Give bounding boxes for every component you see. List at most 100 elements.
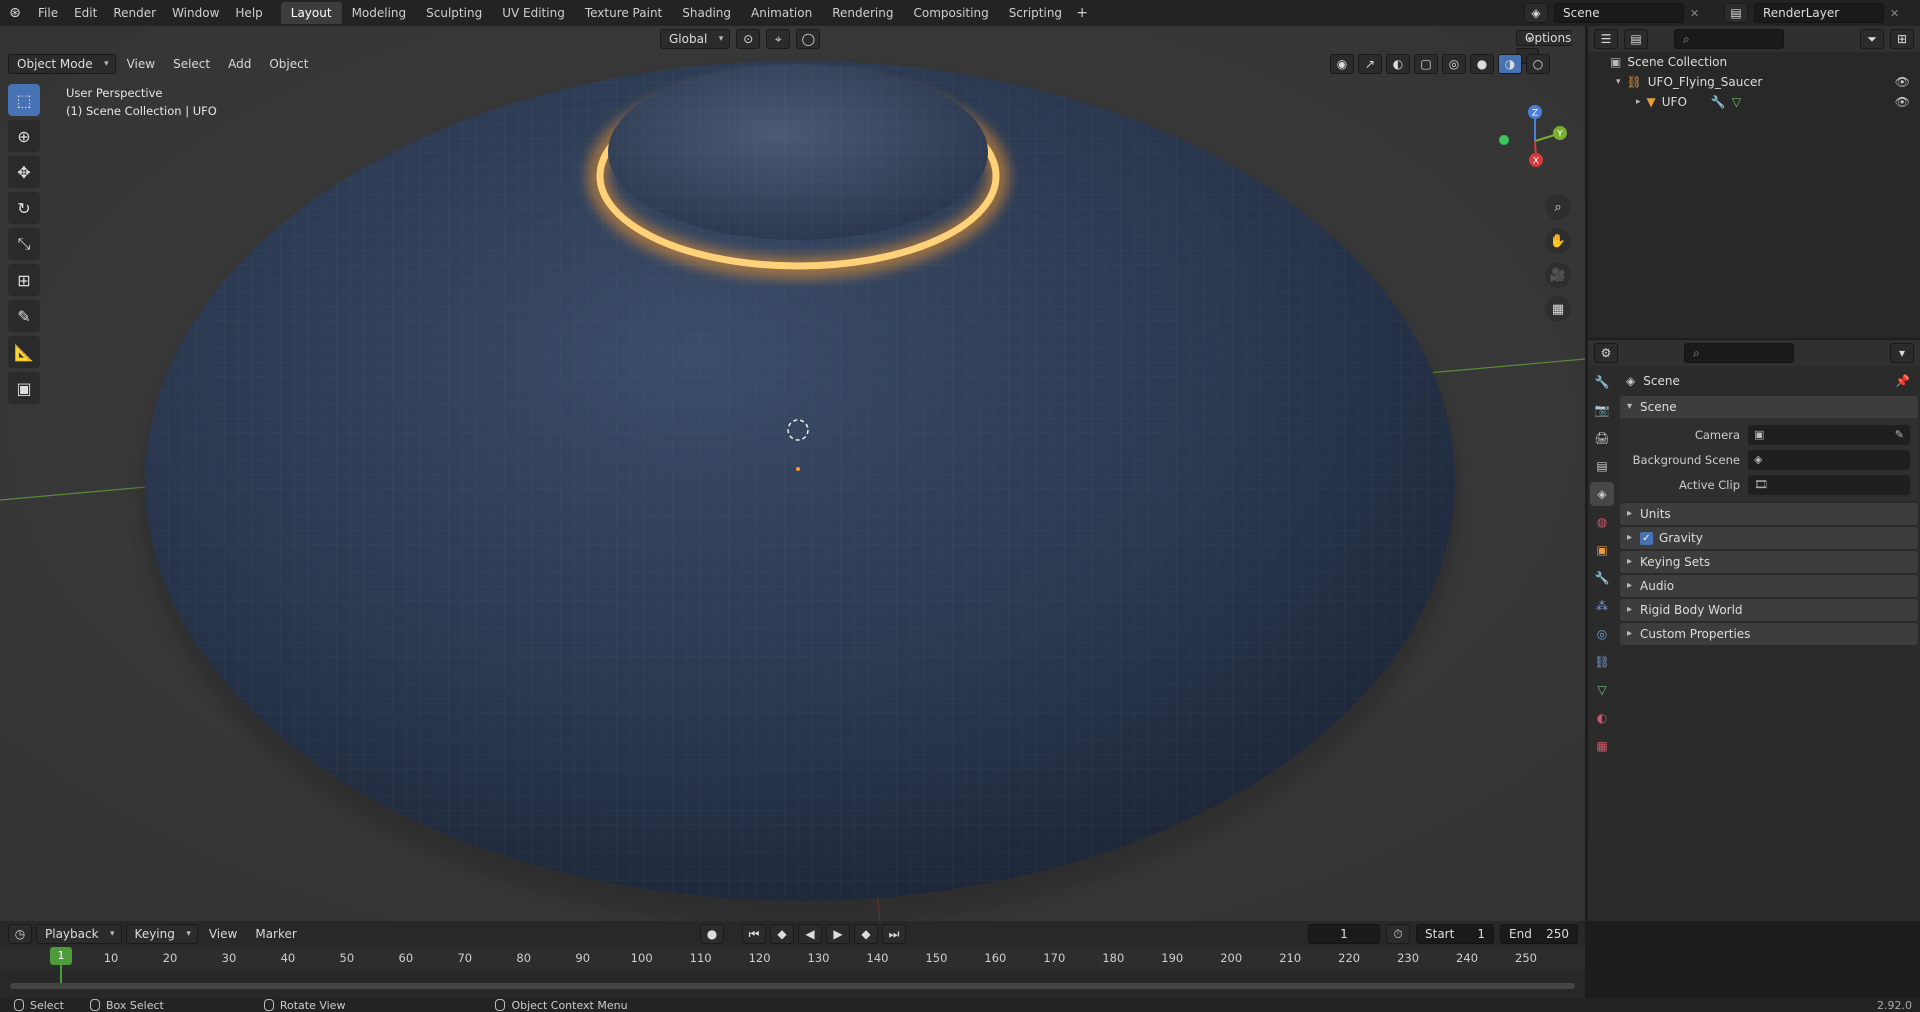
menu-window[interactable]: Window	[164, 2, 227, 24]
view-layer-tab-icon[interactable]: ▤	[1590, 454, 1614, 478]
render-tab-icon[interactable]: 📷	[1590, 398, 1614, 422]
particles-tab-icon[interactable]: ⁂	[1590, 594, 1614, 618]
start-frame-field[interactable]: Start 1	[1416, 924, 1494, 944]
world-tab-icon[interactable]: ◍	[1590, 510, 1614, 534]
wireframe-shading-icon[interactable]: ◎	[1442, 54, 1466, 74]
pivot-icon[interactable]: ⊙	[736, 29, 761, 49]
constraints-tab-icon[interactable]: ⛓	[1590, 650, 1614, 674]
camera-field[interactable]: ▣ ✎	[1748, 424, 1910, 445]
object-mode-dropdown[interactable]: Object Mode ▾	[8, 54, 116, 74]
select-box-tool-icon[interactable]: ⬚	[8, 84, 40, 116]
pan-hand-icon[interactable]: ✋	[1545, 228, 1571, 254]
expand-arrow-icon[interactable]: ▾	[1616, 72, 1621, 92]
menu-file[interactable]: File	[30, 2, 66, 24]
close-icon[interactable]: ✕	[1890, 7, 1899, 20]
menu-render[interactable]: Render	[105, 2, 164, 24]
menu-edit[interactable]: Edit	[66, 2, 105, 24]
viewport-menu-object[interactable]: Object	[262, 54, 315, 74]
display-mode-icon[interactable]: ▤	[1624, 29, 1648, 49]
measure-tool-icon[interactable]: 📐	[8, 336, 40, 368]
scene-name-field[interactable]: Scene	[1554, 3, 1684, 23]
play-icon[interactable]: ▶	[826, 924, 850, 944]
play-reverse-icon[interactable]: ◀	[798, 924, 822, 944]
timeline-editor-type-icon[interactable]: ◷	[8, 924, 32, 944]
camera-view-icon[interactable]: 🎥	[1545, 262, 1571, 288]
tab-shading[interactable]: Shading	[672, 2, 741, 24]
timeline-scrollbar[interactable]	[10, 983, 1575, 989]
audio-panel-header[interactable]: Audio	[1620, 575, 1918, 597]
units-panel-header[interactable]: Units	[1620, 503, 1918, 525]
timeline-ruler[interactable]: 1102030405060708090100110120130140150160…	[0, 947, 1585, 969]
tab-rendering[interactable]: Rendering	[822, 2, 903, 24]
viewport-menu-add[interactable]: Add	[221, 54, 258, 74]
expand-arrow-icon[interactable]: ▸	[1636, 92, 1641, 112]
tool-tab-icon[interactable]: 🔧	[1590, 370, 1614, 394]
data-tab-icon[interactable]: ▽	[1590, 678, 1614, 702]
properties-search-input[interactable]: ⌕	[1684, 343, 1794, 363]
jump-start-icon[interactable]: ⏮	[742, 924, 766, 944]
tab-texture-paint[interactable]: Texture Paint	[575, 2, 672, 24]
solid-shading-icon[interactable]: ●	[1470, 54, 1494, 74]
ortho-grid-icon[interactable]: ▦	[1545, 296, 1571, 322]
visibility-eye-icon[interactable]: 👁	[1895, 72, 1910, 92]
outliner-row-scene-collection[interactable]: ▣ Scene Collection	[1588, 52, 1920, 72]
timeline-menu-marker[interactable]: Marker	[248, 924, 303, 944]
outliner-row-ufo-object[interactable]: ▸ ▼ UFO 🔧 ▽ 👁	[1588, 92, 1920, 112]
zoom-icon[interactable]: ⌕	[1545, 194, 1571, 220]
current-frame-field[interactable]: 1	[1308, 924, 1380, 944]
tab-animation[interactable]: Animation	[741, 2, 822, 24]
outliner-editor-type-icon[interactable]: ☰	[1594, 29, 1618, 49]
record-icon[interactable]: ●	[700, 924, 724, 944]
properties-options-icon[interactable]: ▾	[1890, 343, 1914, 363]
output-tab-icon[interactable]: 🖨	[1590, 426, 1614, 450]
background-scene-field[interactable]: ◈	[1748, 449, 1910, 470]
properties-editor-type-icon[interactable]: ⚙	[1594, 343, 1618, 363]
close-icon[interactable]: ✕	[1690, 7, 1699, 20]
tab-layout[interactable]: Layout	[280, 2, 342, 24]
navigation-gizmo[interactable]: Z Y X	[1490, 96, 1570, 176]
snap-icon[interactable]: ⌖	[766, 29, 791, 49]
view-layer-field[interactable]: RenderLayer	[1754, 3, 1884, 23]
annotate-tool-icon[interactable]: ✎	[8, 300, 40, 332]
texture-tab-icon[interactable]: ▦	[1590, 734, 1614, 758]
gizmo-icon[interactable]: ↗	[1358, 54, 1382, 74]
custom-properties-panel-header[interactable]: Custom Properties	[1620, 623, 1918, 645]
modifier-tab-icon[interactable]: 🔧	[1590, 566, 1614, 590]
jump-end-icon[interactable]: ⏭	[882, 924, 906, 944]
xray-icon[interactable]: ▢	[1414, 54, 1438, 74]
visibility-eye-icon[interactable]: 👁	[1895, 92, 1910, 112]
rendered-shading-icon[interactable]: ○	[1526, 54, 1550, 74]
menu-help[interactable]: Help	[227, 2, 270, 24]
transform-tool-icon[interactable]: ⊞	[8, 264, 40, 296]
rigid-body-world-panel-header[interactable]: Rigid Body World	[1620, 599, 1918, 621]
end-frame-field[interactable]: End 250	[1500, 924, 1578, 944]
filter-icon[interactable]: ⏷	[1860, 29, 1884, 49]
rotate-tool-icon[interactable]: ↻	[8, 192, 40, 224]
active-clip-field[interactable]: 🎞	[1748, 474, 1910, 495]
gravity-checkbox[interactable]: ✓	[1640, 531, 1653, 545]
scale-tool-icon[interactable]: ⤡	[8, 228, 40, 260]
render-layer-icon[interactable]: ▤	[1724, 3, 1748, 23]
stopwatch-icon[interactable]: ⏱	[1386, 924, 1410, 944]
viewport-menu-select[interactable]: Select	[166, 54, 217, 74]
tab-scripting[interactable]: Scripting	[999, 2, 1072, 24]
cursor-tool-icon[interactable]: ⊕	[8, 120, 40, 152]
eyedropper-icon[interactable]: ✎	[1895, 428, 1904, 441]
gravity-panel-header[interactable]: ✓ Gravity	[1620, 527, 1918, 549]
pin-icon[interactable]: 📌	[1895, 374, 1910, 388]
visibility-icon[interactable]: ◉	[1330, 54, 1354, 74]
timeline-menu-view[interactable]: View	[202, 924, 244, 944]
prev-keyframe-icon[interactable]: ◆	[770, 924, 794, 944]
scene-tab-icon[interactable]: ◈	[1590, 482, 1614, 506]
material-shading-icon[interactable]: ◑	[1498, 54, 1522, 74]
scene-panel-header[interactable]: Scene	[1620, 396, 1918, 418]
tab-modeling[interactable]: Modeling	[342, 2, 417, 24]
outliner-row-ufo-collection[interactable]: ▾ ⛓ UFO_Flying_Saucer 👁	[1588, 72, 1920, 92]
blender-logo-icon[interactable]: ⊛	[0, 5, 30, 21]
add-cube-tool-icon[interactable]: ▣	[8, 372, 40, 404]
proportional-edit-icon[interactable]: ◯	[796, 29, 821, 49]
3d-viewport[interactable]: Object Mode ▾ View Select Add Object Glob…	[0, 26, 1585, 921]
playhead[interactable]: 1	[50, 947, 72, 965]
outliner-search-input[interactable]: ⌕	[1674, 29, 1784, 49]
keying-dropdown[interactable]: Keying ▾	[125, 924, 198, 944]
